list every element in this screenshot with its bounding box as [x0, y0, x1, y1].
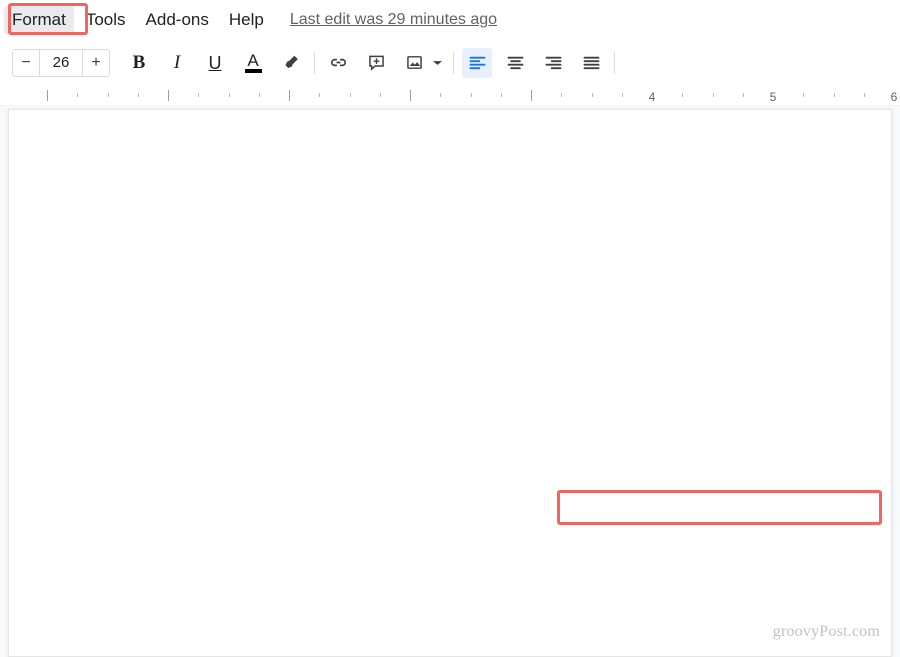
toolbar-divider-2	[453, 51, 454, 74]
formatting-toolbar: − 26 + B I U A	[0, 40, 900, 85]
add-comment-button[interactable]	[361, 48, 391, 78]
text-color-button[interactable]: A	[238, 48, 268, 78]
chevron-down-icon	[432, 59, 443, 67]
bold-button[interactable]: B	[124, 48, 154, 78]
ruler-label: 5	[769, 90, 777, 104]
highlight-color-button[interactable]	[276, 48, 306, 78]
ruler-minor-tick	[77, 93, 79, 97]
align-left-button[interactable]	[462, 47, 492, 78]
menubar-item-addons[interactable]: Add-ons	[138, 6, 217, 34]
text-color-swatch	[244, 68, 262, 73]
last-edit-status[interactable]: Last edit was 29 minutes ago	[290, 11, 497, 29]
menubar-item-help[interactable]: Help	[221, 6, 272, 34]
ruler-minor-tick	[863, 93, 865, 97]
ruler-minor-tick	[500, 93, 502, 97]
underline-button[interactable]: U	[200, 48, 230, 78]
menu-bar: Format Tools Add-ons Help Last edit was …	[0, 0, 900, 40]
toolbar-divider	[314, 51, 315, 74]
ruler-minor-tick	[742, 93, 744, 97]
ruler-minor-tick	[379, 93, 381, 97]
insert-image-dropdown[interactable]	[429, 48, 445, 78]
font-size-input[interactable]: 26	[40, 50, 82, 76]
ruler-ticks: 4 5 6	[0, 89, 900, 104]
menubar-item-format[interactable]: Format	[4, 6, 74, 34]
bold-label: B	[132, 52, 146, 73]
underline-label: U	[208, 52, 222, 73]
ruler-label: 4	[648, 90, 656, 104]
ruler-minor-tick	[107, 93, 109, 97]
ruler-label: 6	[890, 90, 898, 104]
ruler-minor-tick	[258, 93, 260, 97]
ruler-minor-tick	[319, 93, 321, 97]
ruler-minor-tick	[591, 93, 593, 97]
font-size-stepper[interactable]: − 26 +	[12, 48, 110, 77]
align-right-button[interactable]	[538, 48, 568, 78]
highlighter-icon	[282, 53, 301, 72]
align-justify-icon	[581, 52, 602, 73]
italic-label: I	[173, 52, 181, 73]
ruler-minor-tick	[682, 93, 684, 97]
ruler-minor-tick	[137, 93, 139, 97]
ruler-major-tick	[289, 90, 290, 101]
align-right-icon	[543, 52, 564, 73]
align-left-icon	[467, 52, 488, 73]
ruler-major-tick	[168, 90, 169, 101]
document-page[interactable]	[8, 109, 892, 657]
italic-button[interactable]: I	[162, 48, 192, 78]
add-comment-icon	[366, 52, 387, 73]
watermark: groovyPost.com	[772, 623, 880, 640]
ruler-major-tick	[47, 90, 48, 101]
ruler-minor-tick	[440, 93, 442, 97]
text-color-label: A	[247, 50, 259, 70]
ruler-minor-tick	[349, 93, 351, 97]
insert-image-icon	[404, 52, 425, 73]
ruler-minor-tick	[803, 93, 805, 97]
ruler-minor-tick	[833, 93, 835, 97]
link-icon	[328, 52, 349, 73]
document-canvas[interactable]: groovyPost.com	[0, 105, 900, 657]
ruler-minor-tick	[470, 93, 472, 97]
ruler-major-tick	[410, 90, 411, 101]
decrease-font-size-button[interactable]: −	[13, 49, 40, 76]
insert-image-button[interactable]	[399, 48, 429, 78]
align-center-icon	[505, 52, 526, 73]
increase-font-size-button[interactable]: +	[82, 49, 109, 76]
ruler-minor-tick	[198, 93, 200, 97]
horizontal-ruler[interactable]: 4 5 6	[0, 85, 900, 106]
ruler-minor-tick	[712, 93, 714, 97]
menubar-item-tools[interactable]: Tools	[78, 6, 134, 34]
ruler-major-tick	[531, 90, 532, 101]
align-justify-button[interactable]	[576, 48, 606, 78]
insert-link-button[interactable]	[323, 48, 353, 78]
ruler-minor-tick	[228, 93, 230, 97]
toolbar-divider-3	[614, 51, 615, 74]
ruler-minor-tick	[621, 93, 623, 97]
align-center-button[interactable]	[500, 48, 530, 78]
ruler-minor-tick	[561, 93, 563, 97]
